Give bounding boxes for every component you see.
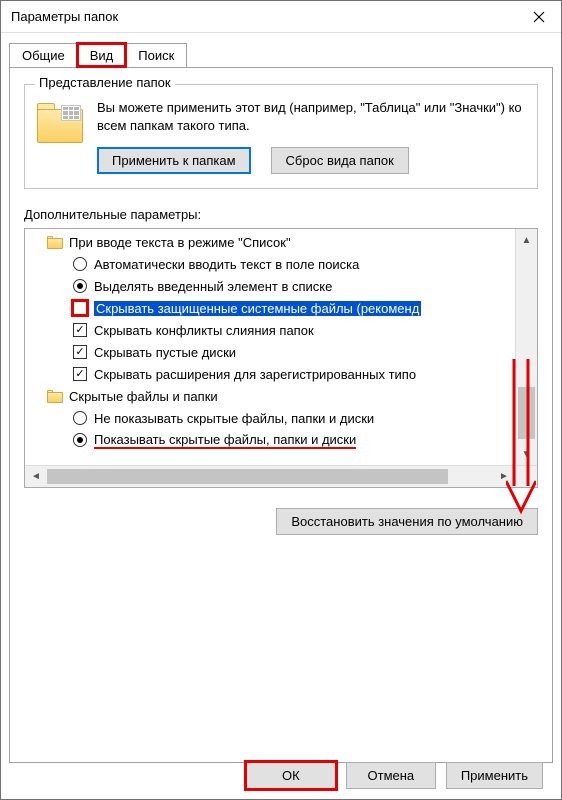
folder-options-window: Параметры папок Общие Вид Поиск Представ… [0,0,562,800]
tree-item-label: Автоматически вводить текст в поле поиск… [94,257,359,272]
close-button[interactable] [517,1,561,33]
scroll-right-arrow-icon[interactable]: ► [493,466,515,488]
radio-icon[interactable] [73,433,87,447]
tree-vertical-scrollbar[interactable]: ▲ ▼ [515,229,537,465]
tree-item-7[interactable]: Скрытые файлы и папки [29,385,515,407]
checkbox-icon[interactable] [73,301,87,315]
tree-item-label: Скрывать пустые диски [94,345,236,360]
tree-item-0[interactable]: При вводе текста в режиме "Список" [29,231,515,253]
tree-item-label: При вводе текста в режиме "Список" [69,235,291,250]
tree-item-label: Скрывать расширения для зарегистрированн… [94,367,416,382]
tab-panel-view: Представление папок Вы можете применить … [9,67,553,763]
tabs: Общие Вид Поиск [9,43,553,67]
radio-icon[interactable] [73,279,87,293]
tree-item-label: Выделять введенный элемент в списке [94,279,332,294]
cancel-button[interactable]: Отмена [346,762,436,789]
tab-view[interactable]: Вид [77,43,127,67]
folder-views-group: Представление папок Вы можете применить … [24,84,538,189]
tree-item-label: Скрывать конфликты слияния папок [94,323,314,338]
tree-item-2[interactable]: Выделять введенный элемент в списке [29,275,515,297]
tab-search[interactable]: Поиск [125,43,187,67]
restore-defaults-button[interactable]: Восстановить значения по умолчанию [276,508,538,535]
folder-icon [47,390,63,403]
radio-icon[interactable] [73,411,87,425]
checkbox-icon[interactable] [73,323,87,337]
reset-folders-button[interactable]: Сброс вида папок [271,147,409,174]
scroll-up-arrow-icon[interactable]: ▲ [516,229,537,251]
tree-item-label: Показывать скрытые файлы, папки и диски [94,432,356,449]
tree-item-label: Скрывать защищенные системные файлы (рек… [94,301,421,316]
advanced-settings-label: Дополнительные параметры: [24,207,538,222]
hscroll-thumb[interactable] [47,469,448,484]
radio-icon[interactable] [73,257,87,271]
tree-item-6[interactable]: Скрывать расширения для зарегистрированн… [29,363,515,385]
scroll-down-arrow-icon[interactable]: ▼ [516,443,537,465]
tree-item-label: Не показывать скрытые файлы, папки и дис… [94,411,374,426]
titlebar: Параметры папок [1,1,561,33]
advanced-settings-tree: При вводе текста в режиме "Список" Автома… [24,228,538,488]
tree-item-1[interactable]: Автоматически вводить текст в поле поиск… [29,253,515,275]
tree-item-9[interactable]: Показывать скрытые файлы, папки и диски [29,429,515,451]
folder-large-icon [37,103,85,143]
scroll-left-arrow-icon[interactable]: ◄ [25,466,47,488]
tree-item-8[interactable]: Не показывать скрытые файлы, папки и дис… [29,407,515,429]
folder-views-description: Вы можете применить этот вид (например, … [97,99,525,135]
tree-horizontal-scrollbar[interactable]: ◄ ► [25,465,515,487]
checkbox-icon[interactable] [73,367,87,381]
apply-button[interactable]: Применить [446,762,543,789]
tree-item-3[interactable]: Скрывать защищенные системные файлы (рек… [29,297,515,319]
checkbox-icon[interactable] [73,345,87,359]
groupbox-legend: Представление папок [35,75,175,90]
window-title: Параметры папок [11,9,118,24]
vscroll-thumb[interactable] [518,387,535,439]
tree-item-4[interactable]: Скрывать конфликты слияния папок [29,319,515,341]
folder-icon [47,236,63,249]
apply-to-folders-button[interactable]: Применить к папкам [97,147,251,174]
tree-item-5[interactable]: Скрывать пустые диски [29,341,515,363]
tree-item-label: Скрытые файлы и папки [69,389,218,404]
ok-button[interactable]: ОК [246,762,336,789]
dialog-buttons: ОК Отмена Применить [1,762,561,789]
tab-general[interactable]: Общие [9,43,78,67]
